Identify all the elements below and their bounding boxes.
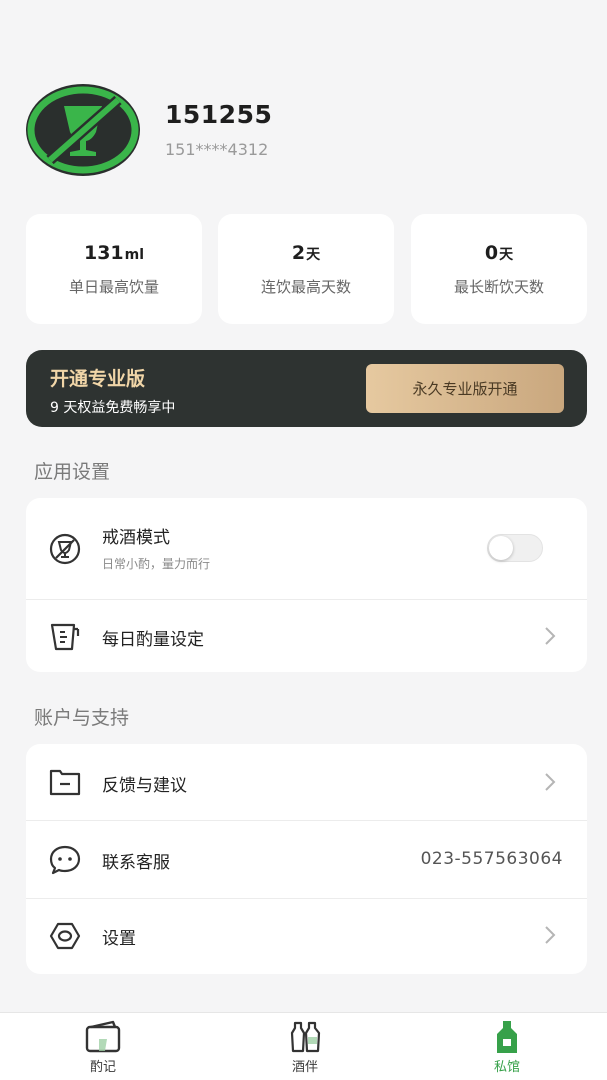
quit-mode-row[interactable]: 戒酒模式 日常小酌，量力而行 (26, 498, 587, 599)
stat-label: 单日最高饮量 (68, 278, 159, 296)
pro-upgrade-button[interactable]: 永久专业版开通 (366, 364, 564, 413)
pro-subtitle: 9 天权益免费畅享中 (50, 400, 176, 416)
section-title-app-settings: 应用设置 (34, 461, 111, 483)
tab-label: 酌记 (89, 1060, 116, 1075)
contact-label: 联系客服 (102, 853, 170, 873)
app-settings-card: 戒酒模式 日常小酌，量力而行 每日酌量设定 (26, 498, 587, 672)
stat-unit: ml (124, 247, 145, 263)
pro-banner: 开通专业版 9 天权益免费畅享中 永久专业版开通 (26, 350, 587, 427)
chevron-right-icon (543, 626, 557, 646)
stat-label: 最长断饮天数 (453, 278, 544, 296)
bottle-icon (487, 1019, 527, 1055)
bottom-tab-bar: 酌记 酒伴 私馆 (0, 1012, 607, 1080)
avatar[interactable] (26, 84, 140, 176)
stat-value: 2 (291, 242, 306, 264)
toggle-knob (489, 536, 513, 560)
quit-mode-toggle[interactable] (487, 534, 543, 562)
feedback-label: 反馈与建议 (102, 776, 187, 796)
stat-unit: 天 (306, 247, 321, 263)
settings-row[interactable]: 设置 (26, 899, 587, 974)
stat-max-consecutive-days: 2天 连饮最高天数 (218, 214, 394, 324)
feedback-icon (48, 765, 82, 799)
tab-label: 私馆 (493, 1060, 520, 1075)
chevron-right-icon (543, 772, 557, 792)
daily-limit-row[interactable]: 每日酌量设定 (26, 600, 587, 672)
profile-header: 151255 151****4312 (26, 84, 586, 176)
tab-label: 酒伴 (291, 1060, 318, 1075)
no-drinking-icon (27, 86, 139, 174)
settings-eye-icon (48, 919, 82, 953)
quit-mode-desc: 日常小酌，量力而行 (102, 557, 211, 571)
stat-label: 连饮最高天数 (260, 278, 351, 296)
bottles-icon (285, 1019, 325, 1055)
measuring-cup-icon (48, 619, 82, 653)
phone-number: 151****4312 (165, 140, 269, 159)
chat-bubble-icon (48, 843, 82, 877)
contact-row[interactable]: 联系客服 023-557563064 (26, 821, 587, 898)
tab-my-cellar[interactable]: 私馆 (406, 1013, 607, 1080)
no-drinking-small-icon (48, 532, 82, 566)
tab-companions[interactable]: 酒伴 (204, 1013, 406, 1080)
stat-longest-abstain-days: 0天 最长断饮天数 (411, 214, 587, 324)
contact-phone-value: 023-557563064 (420, 849, 563, 869)
stat-value: 131 (83, 242, 124, 264)
feedback-row[interactable]: 反馈与建议 (26, 744, 587, 820)
account-card: 反馈与建议 联系客服 023-557563064 设置 (26, 744, 587, 974)
chevron-right-icon (543, 925, 557, 945)
stat-value: 0 (484, 242, 499, 264)
stats-row: 131ml 单日最高饮量 2天 连饮最高天数 0天 最长断饮天数 (26, 214, 587, 324)
quit-mode-label: 戒酒模式 (102, 528, 170, 548)
stat-unit: 天 (499, 247, 514, 263)
daily-limit-label: 每日酌量设定 (102, 630, 204, 650)
pro-title: 开通专业版 (50, 368, 146, 390)
settings-label: 设置 (102, 929, 136, 949)
username: 151255 (165, 100, 273, 129)
stat-max-daily-volume: 131ml 单日最高饮量 (26, 214, 202, 324)
tab-journal[interactable]: 酌记 (2, 1013, 204, 1080)
notebook-icon (83, 1019, 123, 1055)
section-title-account: 账户与支持 (34, 707, 130, 729)
